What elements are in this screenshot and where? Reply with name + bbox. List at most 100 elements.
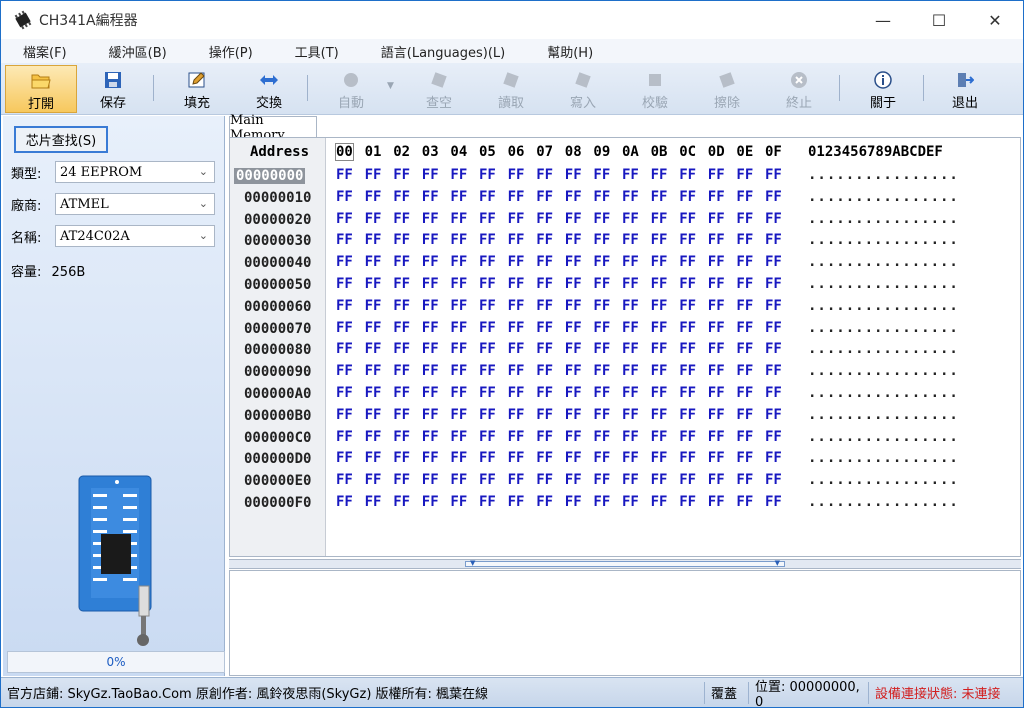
name-select[interactable]: AT24C02A ⌄ [55,225,215,247]
byte-cell[interactable]: FF [736,341,753,357]
byte-cell[interactable]: FF [422,298,439,314]
byte-cell[interactable]: FF [565,341,582,357]
byte-cell[interactable]: FF [508,276,525,292]
byte-cell[interactable]: FF [508,298,525,314]
byte-cell[interactable]: FF [450,276,467,292]
byte-cell[interactable]: FF [508,472,525,488]
byte-cell[interactable]: FF [508,254,525,270]
row-address[interactable]: 00000000 [234,168,306,184]
ascii-cell[interactable]: ................ [808,494,959,510]
byte-cell[interactable]: FF [565,363,582,379]
byte-cell[interactable]: FF [736,298,753,314]
byte-cell[interactable]: FF [393,320,410,336]
byte-cell[interactable]: FF [622,363,639,379]
byte-cell[interactable]: FF [393,472,410,488]
type-select[interactable]: 24 EEPROM ⌄ [55,161,215,183]
splitter-handle[interactable]: ▼ ▼ [465,559,785,567]
byte-cell[interactable]: FF [679,189,696,205]
row-address[interactable]: 000000F0 [244,495,311,511]
byte-cell[interactable]: FF [365,429,382,445]
byte-cell[interactable]: FF [765,276,782,292]
tab-main-memory[interactable]: Main Memory [229,113,317,143]
byte-cell[interactable]: FF [708,429,725,445]
byte-cell[interactable]: FF [765,254,782,270]
byte-cell[interactable]: FF [736,276,753,292]
byte-cell[interactable]: FF [622,341,639,357]
byte-cell[interactable]: FF [422,494,439,510]
byte-cell[interactable]: FF [736,472,753,488]
byte-cell[interactable]: FF [536,407,553,423]
byte-cell[interactable]: FF [708,232,725,248]
byte-cell[interactable]: FF [565,298,582,314]
ascii-cell[interactable]: ................ [808,450,959,466]
byte-cell[interactable]: FF [536,429,553,445]
byte-cell[interactable]: FF [393,254,410,270]
byte-cell[interactable]: FF [365,298,382,314]
byte-cell[interactable]: FF [450,189,467,205]
row-address[interactable]: 000000B0 [244,408,311,424]
byte-cell[interactable]: FF [422,363,439,379]
byte-cell[interactable]: FF [593,276,610,292]
byte-cell[interactable]: FF [508,189,525,205]
byte-cell[interactable]: FF [536,232,553,248]
byte-cell[interactable]: FF [450,385,467,401]
row-address[interactable]: 00000040 [244,255,311,271]
byte-cell[interactable]: FF [622,211,639,227]
menu-file[interactable]: 檔案(F) [1,42,87,61]
byte-cell[interactable]: FF [365,211,382,227]
byte-cell[interactable]: FF [565,320,582,336]
byte-cell[interactable]: FF [565,167,582,183]
row-address[interactable]: 00000050 [244,277,311,293]
byte-cell[interactable]: FF [651,363,668,379]
byte-cell[interactable]: FF [422,254,439,270]
byte-cell[interactable]: FF [736,407,753,423]
row-address[interactable]: 00000030 [244,233,311,249]
byte-cell[interactable]: FF [679,363,696,379]
byte-cell[interactable]: FF [679,276,696,292]
byte-cell[interactable]: FF [450,232,467,248]
byte-cell[interactable]: FF [565,254,582,270]
byte-cell[interactable]: FF [336,429,353,445]
byte-cell[interactable]: FF [393,494,410,510]
menu-tools[interactable]: 工具(T) [273,42,359,61]
byte-cell[interactable]: FF [593,472,610,488]
byte-cell[interactable]: FF [508,429,525,445]
byte-cell[interactable]: FF [336,472,353,488]
byte-cell[interactable]: FF [508,211,525,227]
byte-cell[interactable]: FF [622,385,639,401]
byte-cell[interactable]: FF [651,232,668,248]
byte-cell[interactable]: FF [708,211,725,227]
read-button[interactable]: 讀取 [485,65,537,113]
byte-cell[interactable]: FF [708,494,725,510]
ascii-cell[interactable]: ................ [808,254,959,270]
byte-cell[interactable]: FF [765,385,782,401]
byte-cell[interactable]: FF [765,494,782,510]
ascii-cell[interactable]: ................ [808,385,959,401]
byte-cell[interactable]: FF [679,298,696,314]
byte-cell[interactable]: FF [393,189,410,205]
byte-cell[interactable]: FF [479,429,496,445]
byte-cell[interactable]: FF [651,167,668,183]
byte-cell[interactable]: FF [708,298,725,314]
byte-cell[interactable]: FF [708,341,725,357]
ascii-cell[interactable]: ................ [808,276,959,292]
byte-cell[interactable]: FF [536,320,553,336]
erase-button[interactable]: 擦除 [701,65,753,113]
ascii-cell[interactable]: ................ [808,320,959,336]
byte-cell[interactable]: FF [593,189,610,205]
byte-cell[interactable]: FF [450,298,467,314]
byte-cell[interactable]: FF [536,472,553,488]
blank-check-button[interactable]: 查空 [413,65,465,113]
menu-operation[interactable]: 操作(P) [187,42,273,61]
byte-cell[interactable]: FF [508,167,525,183]
byte-cell[interactable]: FF [765,167,782,183]
minimize-button[interactable]: — [855,1,911,39]
byte-cell[interactable]: FF [422,211,439,227]
byte-cell[interactable]: FF [393,167,410,183]
byte-cell[interactable]: FF [536,189,553,205]
byte-cell[interactable]: FF [651,472,668,488]
ascii-cell[interactable]: ................ [808,363,959,379]
byte-cell[interactable]: FF [336,211,353,227]
byte-cell[interactable]: FF [536,450,553,466]
byte-cell[interactable]: FF [736,211,753,227]
